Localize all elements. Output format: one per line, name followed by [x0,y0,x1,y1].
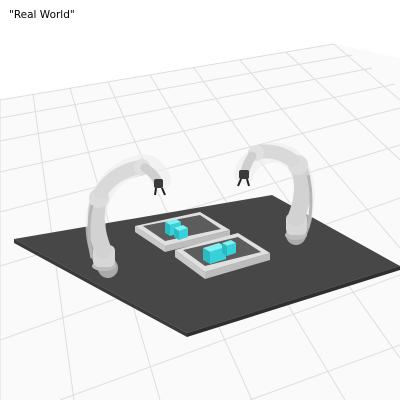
viewport-title: "Real World" [9,9,75,21]
scene-canvas[interactable] [0,0,400,400]
sim-viewport[interactable]: "Real World" [0,0,400,400]
cyan-cube[interactable] [222,240,236,256]
